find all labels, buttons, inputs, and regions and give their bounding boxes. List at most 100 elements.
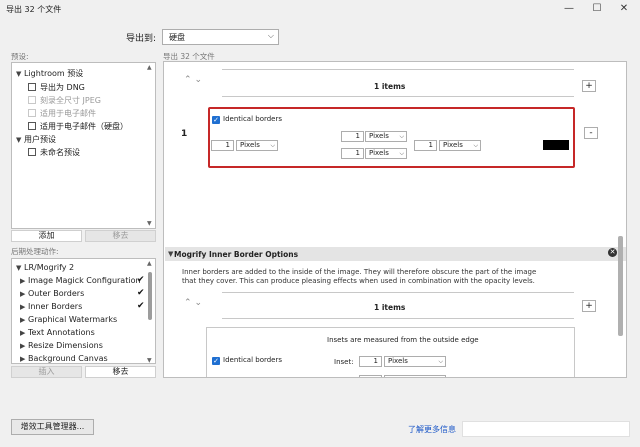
expand-triangle-icon[interactable]: ▼: [16, 136, 24, 144]
post-action-item[interactable]: ▶ Image Magick Configuration: [20, 276, 141, 285]
check-icon: ✓: [212, 357, 220, 365]
post-action-item[interactable]: ▶ Outer Borders: [20, 289, 84, 298]
description-line: Inner borders are added to the inside of…: [182, 268, 537, 276]
divider: [222, 318, 574, 319]
checkmark-icon: ✔: [137, 288, 145, 298]
chevron-down-icon: ⌵: [399, 133, 404, 140]
preset-item[interactable]: 未命名预设: [28, 147, 80, 158]
scroll-up-icon[interactable]: ▲: [147, 260, 152, 267]
checkmark-icon: ✔: [137, 301, 145, 311]
checkbox[interactable]: [28, 96, 36, 104]
divider: [222, 292, 574, 293]
chevron-down-icon: ⌵: [438, 358, 443, 365]
left-border-input[interactable]: 1: [211, 140, 234, 151]
insert-action-button[interactable]: 插入: [11, 366, 82, 378]
border-color-swatch[interactable]: [543, 140, 569, 150]
post-process-scrollbar[interactable]: ▲ ▼: [146, 260, 154, 363]
play-triangle-icon: ▶: [20, 290, 26, 298]
scroll-down-icon[interactable]: ▼: [147, 220, 152, 227]
play-triangle-icon: ▶: [20, 303, 26, 311]
export-to-value: 硬盘: [169, 33, 185, 42]
export-to-select[interactable]: 硬盘 ⌵: [162, 29, 279, 45]
play-triangle-icon: ▶: [20, 316, 26, 324]
play-triangle-icon: ▶: [20, 342, 26, 350]
preset-item[interactable]: 适用于电子邮件（硬盘）: [28, 121, 128, 132]
move-up-down-icons[interactable]: ⌃⌄: [184, 298, 205, 308]
minimize-icon[interactable]: —: [558, 0, 580, 18]
play-triangle-icon: ▶: [20, 329, 26, 337]
items-count: 1 items: [374, 82, 406, 91]
chevron-down-icon: ⌵: [473, 142, 478, 149]
expand-triangle-icon[interactable]: ▼: [16, 264, 24, 272]
divider: [222, 69, 574, 70]
add-preset-button[interactable]: 添加: [11, 230, 82, 242]
inner-border-section-header[interactable]: ▼ Mogrify Inner Border Options ✕: [165, 247, 626, 261]
preset-item[interactable]: 导出为 DNG: [28, 82, 85, 93]
inset-input-partial[interactable]: [359, 375, 382, 377]
post-group-lrmogrify[interactable]: ▼ LR/Mogrify 2: [16, 263, 74, 272]
remove-preset-button[interactable]: 移去: [85, 230, 156, 242]
top-unit-select[interactable]: Pixels ⌵: [365, 131, 407, 142]
maximize-icon[interactable]: ☐: [586, 0, 608, 18]
add-item-button[interactable]: +: [582, 300, 596, 312]
scroll-up-icon[interactable]: ▲: [147, 64, 152, 71]
checkbox[interactable]: [28, 148, 36, 156]
chevron-down-icon: ⌵: [399, 150, 404, 157]
identical-borders-checkbox[interactable]: ✓ Identical borders: [212, 115, 282, 124]
post-action-item[interactable]: ▶ Graphical Watermarks: [20, 315, 117, 324]
top-border-input[interactable]: 1: [341, 131, 364, 142]
checkmark-icon: ✔: [137, 275, 145, 285]
identical-borders-checkbox[interactable]: ✓ Identical borders: [212, 356, 282, 365]
chevron-down-icon: ⌵: [270, 142, 275, 149]
insets-note: Insets are measured from the outside edg…: [327, 336, 479, 344]
preset-group-lightroom[interactable]: ▼ Lightroom 预设: [16, 68, 83, 79]
expand-triangle-icon[interactable]: ▼: [16, 70, 24, 78]
post-action-item[interactable]: ▶ Inner Borders: [20, 302, 82, 311]
checkbox[interactable]: [28, 83, 36, 91]
preset-tree: ▼ Lightroom 预设 导出为 DNG 刻录全尺寸 JPEG 适用于电子邮件…: [11, 62, 156, 229]
checkbox[interactable]: [28, 122, 36, 130]
bottom-border-input[interactable]: 1: [341, 148, 364, 159]
items-count: 1 items: [374, 303, 406, 312]
divider: [222, 96, 574, 97]
scroll-thumb[interactable]: [148, 272, 152, 320]
description-line: that they cover. This can produce pleasi…: [182, 277, 535, 285]
row-number: 1: [181, 129, 188, 139]
remove-action-button[interactable]: 移去: [85, 366, 156, 378]
inset-input[interactable]: 1: [359, 356, 382, 367]
move-up-down-icons[interactable]: ⌃⌄: [184, 75, 205, 85]
inset-unit-select-partial[interactable]: [384, 375, 446, 377]
left-unit-select[interactable]: Pixels ⌵: [236, 140, 278, 151]
post-process-label: 后期处理动作:: [11, 247, 59, 256]
bottom-unit-select[interactable]: Pixels ⌵: [365, 148, 407, 159]
remove-item-button[interactable]: -: [584, 127, 598, 139]
post-action-item[interactable]: ▶ Text Annotations: [20, 328, 95, 337]
more-info-link[interactable]: 了解更多信息: [408, 424, 456, 435]
inset-unit-select[interactable]: Pixels ⌵: [384, 356, 446, 367]
play-triangle-icon: ▶: [20, 355, 26, 363]
right-unit-select[interactable]: Pixels ⌵: [439, 140, 481, 151]
close-icon[interactable]: ✕: [613, 0, 635, 18]
preset-item[interactable]: 刻录全尺寸 JPEG: [28, 95, 101, 106]
window-title: 导出 32 个文件: [6, 5, 62, 14]
preset-scrollbar[interactable]: ▲ ▼: [146, 64, 154, 227]
post-process-tree: ▼ LR/Mogrify 2 ▶ Image Magick Configuratio…: [11, 258, 156, 364]
post-action-item[interactable]: ▶ Background Canvas: [20, 354, 108, 363]
preset-item[interactable]: 适用于电子邮件: [28, 108, 96, 119]
right-border-input[interactable]: 1: [414, 140, 437, 151]
post-action-item[interactable]: ▶ Resize Dimensions: [20, 341, 103, 350]
presets-label: 预设:: [11, 52, 29, 61]
scroll-down-icon[interactable]: ▼: [147, 357, 152, 363]
section-title: Mogrify Inner Border Options: [174, 250, 299, 259]
export-to-label: 导出到:: [126, 34, 157, 44]
main-scrollbar-thumb[interactable]: [618, 236, 623, 336]
blank-button[interactable]: [462, 421, 630, 437]
add-item-button[interactable]: +: [582, 80, 596, 92]
export-settings-panel: ⌃⌄ 1 items + 1 - ✓ Identical borders 1 Pi…: [163, 61, 627, 378]
checkbox[interactable]: [28, 109, 36, 117]
close-section-icon[interactable]: ✕: [608, 248, 617, 257]
chevron-down-icon: ⌵: [267, 31, 274, 40]
check-icon: ✓: [212, 116, 220, 124]
preset-group-user[interactable]: ▼ 用户预设: [16, 134, 56, 145]
plugin-manager-button[interactable]: 增效工具管理器...: [11, 419, 94, 435]
